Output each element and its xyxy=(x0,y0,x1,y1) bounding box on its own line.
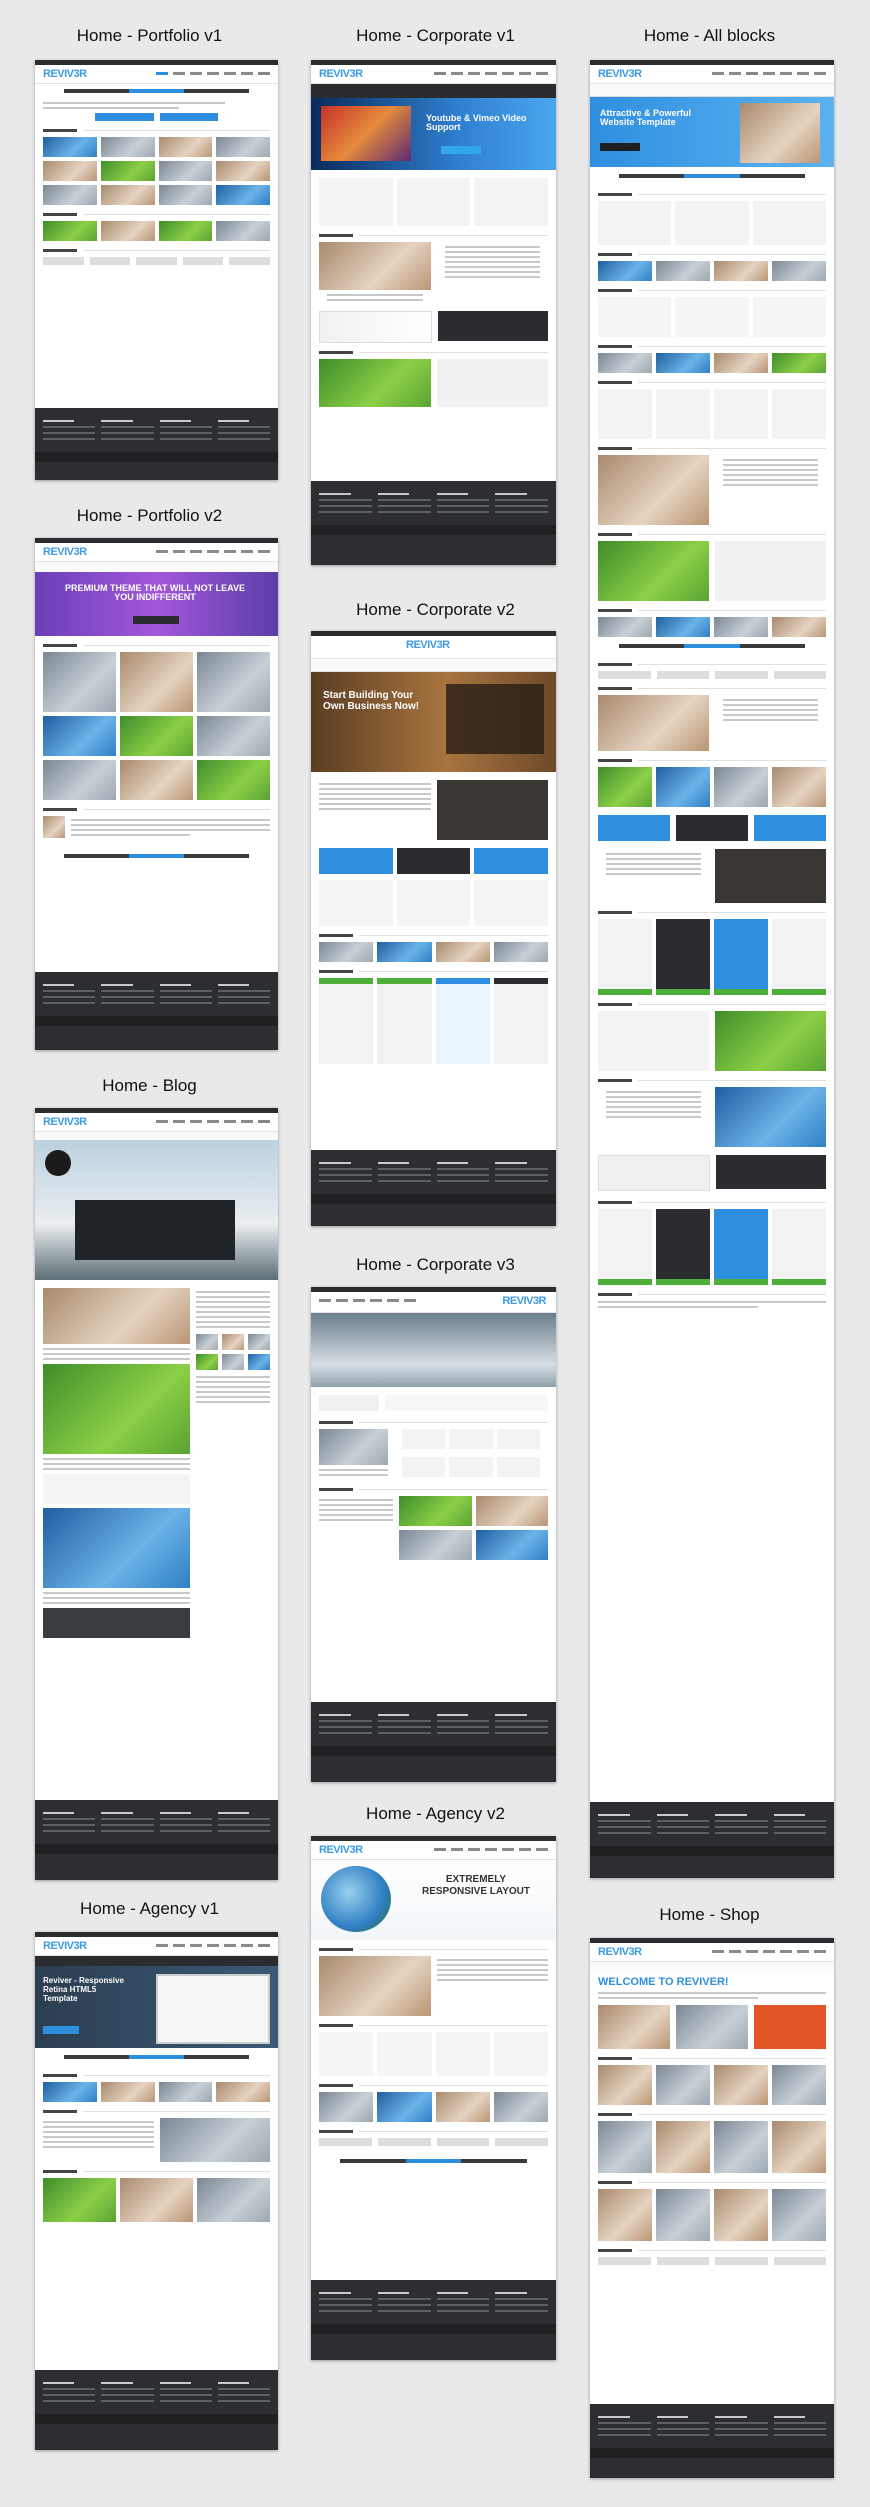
title-corporate-v1: Home - Corporate v1 xyxy=(356,26,515,45)
logo: REVIV3R xyxy=(43,1116,87,1128)
preview-agency-v1[interactable]: REVIV3R Reviver - Responsive Retina HTML… xyxy=(35,1932,278,2450)
logo: REVIV3R xyxy=(502,1295,546,1307)
logo: REVIV3R xyxy=(406,639,450,651)
title-agency-v1: Home - Agency v1 xyxy=(80,1899,219,1918)
banner-heading: Youtube & Vimeo Video Support xyxy=(426,113,527,132)
preview-corporate-v2[interactable]: REVIV3R Start Building Your Own Business… xyxy=(311,631,556,1226)
title-blog: Home - Blog xyxy=(102,1076,197,1095)
preview-corporate-v3[interactable]: REVIV3R xyxy=(311,1287,556,1782)
title-shop: Home - Shop xyxy=(659,1905,760,1924)
shop-heading: WELCOME TO REVIVER! xyxy=(598,1976,729,1988)
preview-portfolio-v1[interactable]: REVIV3R xyxy=(35,60,278,480)
logo: REVIV3R xyxy=(43,68,87,80)
title-agency-v2: Home - Agency v2 xyxy=(366,1804,505,1823)
banner-heading: EXTREMELY RESPONSIVE LAYOUT xyxy=(422,1874,530,1897)
preview-all-blocks[interactable]: REVIV3R Attractive & Powerful Website Te… xyxy=(590,60,834,1878)
title-corporate-v3: Home - Corporate v3 xyxy=(356,1255,515,1274)
preview-corporate-v1[interactable]: REVIV3R Youtube & Vimeo Video Support xyxy=(311,60,556,565)
logo: REVIV3R xyxy=(319,68,363,80)
title-corporate-v2: Home - Corporate v2 xyxy=(356,600,515,619)
banner-heading: PREMIUM THEME THAT WILL NOT LEAVE YOU IN… xyxy=(65,583,245,602)
preview-agency-v2[interactable]: REVIV3R EXTREMELY RESPONSIVE LAYOUT xyxy=(311,1836,556,2360)
logo: REVIV3R xyxy=(598,68,642,80)
title-portfolio-v2: Home - Portfolio v2 xyxy=(76,506,223,525)
title-all-blocks: Home - All blocks xyxy=(643,26,776,45)
banner-heading: Attractive & Powerful Website Template xyxy=(600,108,692,127)
logo: REVIV3R xyxy=(319,1844,363,1856)
preview-blog[interactable]: REVIV3R xyxy=(35,1108,278,1880)
banner-heading: Start Building Your Own Business Now! xyxy=(323,690,420,712)
logo: REVIV3R xyxy=(43,1940,87,1952)
banner-heading: Reviver - Responsive Retina HTML5 Templa… xyxy=(43,1976,124,2003)
logo: REVIV3R xyxy=(598,1946,642,1958)
preview-shop[interactable]: REVIV3R WELCOME TO REVIVER! xyxy=(590,1938,834,2478)
title-portfolio-v1: Home - Portfolio v1 xyxy=(76,26,223,45)
preview-portfolio-v2[interactable]: REVIV3R PREMIUM THEME THAT WILL NOT LEAV… xyxy=(35,538,278,1050)
logo: REVIV3R xyxy=(43,546,87,558)
